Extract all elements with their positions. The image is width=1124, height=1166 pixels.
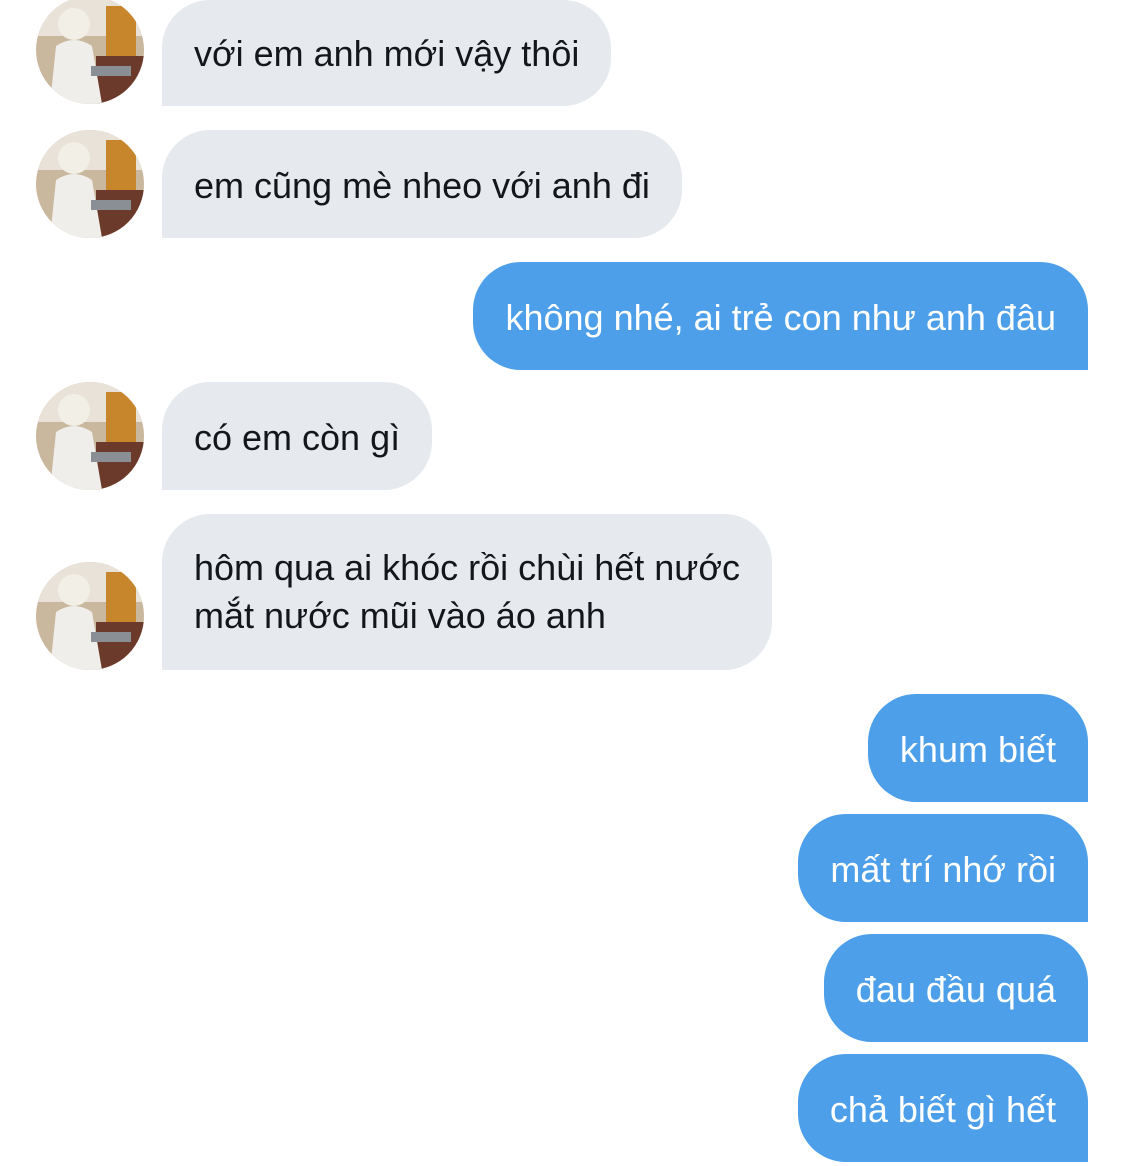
- avatar-photo-icon: [36, 562, 144, 670]
- message-text: không nhé, ai trẻ con như anh đâu: [505, 297, 1056, 338]
- message-text: có em còn gì: [194, 417, 401, 458]
- outgoing-message[interactable]: không nhé, ai trẻ con như anh đâu: [473, 262, 1088, 370]
- message-text-line: hôm qua ai khóc rồi chùi hết nước: [194, 547, 740, 588]
- avatar-photo-icon: [36, 382, 144, 490]
- contact-avatar[interactable]: [36, 382, 144, 490]
- outgoing-message[interactable]: đau đầu quá: [823, 934, 1088, 1042]
- avatar-photo-icon: [36, 0, 144, 104]
- message-text: đau đầu quá: [855, 969, 1056, 1010]
- outgoing-message[interactable]: chả biết gì hết: [797, 1054, 1088, 1162]
- incoming-message[interactable]: với em anh mới vậy thôi: [162, 0, 612, 106]
- contact-avatar[interactable]: [36, 562, 144, 670]
- outgoing-message[interactable]: mất trí nhớ rồi: [798, 814, 1088, 922]
- message-text: mất trí nhớ rồi: [830, 849, 1056, 890]
- contact-avatar[interactable]: [36, 130, 144, 238]
- message-text: với em anh mới vậy thôi: [194, 33, 580, 74]
- message-text: em cũng mè nheo với anh đi: [194, 165, 650, 206]
- avatar-photo-icon: [36, 130, 144, 238]
- message-text: khum biết: [899, 729, 1056, 770]
- message-text-line: mắt nước mũi vào áo anh: [194, 595, 606, 636]
- message-text: chả biết gì hết: [829, 1089, 1056, 1130]
- incoming-message[interactable]: có em còn gì: [162, 382, 433, 490]
- incoming-message[interactable]: em cũng mè nheo với anh đi: [162, 130, 682, 238]
- outgoing-message[interactable]: khum biết: [867, 694, 1088, 802]
- incoming-message[interactable]: hôm qua ai khóc rồi chùi hết nước mắt nư…: [162, 514, 772, 670]
- contact-avatar[interactable]: [36, 0, 144, 104]
- message-thread: với em anh mới vậy thôi em cũng mè nheo …: [0, 0, 1124, 1166]
